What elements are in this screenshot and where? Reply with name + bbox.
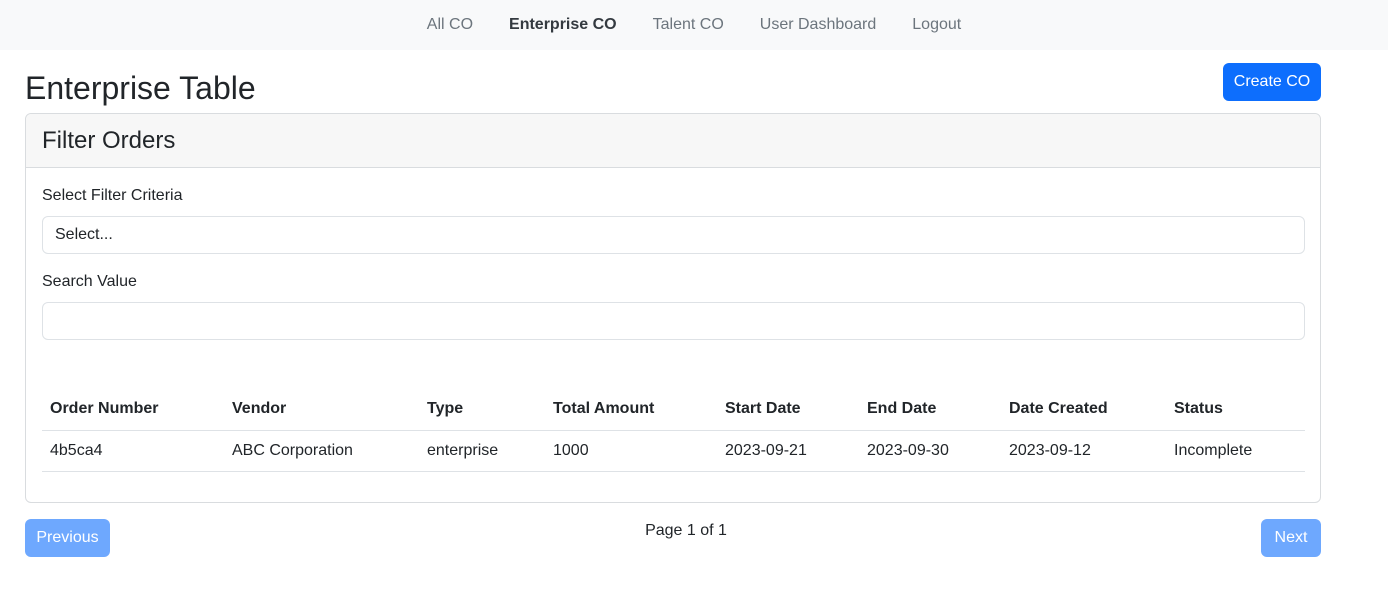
cell-vendor: ABC Corporation <box>224 430 419 472</box>
orders-table: Order Number Vendor Type Total Amount St… <box>42 388 1305 472</box>
filter-criteria-select[interactable]: Select... <box>42 216 1305 254</box>
next-button[interactable]: Next <box>1261 519 1321 557</box>
column-header-start-date: Start Date <box>717 388 859 431</box>
cell-date-created: 2023-09-12 <box>1001 430 1166 472</box>
nav-link-all-co[interactable]: All CO <box>409 1 491 49</box>
column-header-status: Status <box>1166 388 1305 431</box>
filter-orders-heading: Filter Orders <box>42 126 176 154</box>
column-header-order-number: Order Number <box>42 388 224 431</box>
card-header: Filter Orders <box>26 114 1320 168</box>
nav-link-talent-co[interactable]: Talent CO <box>635 1 742 49</box>
nav-link-enterprise-co[interactable]: Enterprise CO <box>491 1 635 49</box>
filter-criteria-value: Select... <box>55 226 113 243</box>
create-co-button[interactable]: Create CO <box>1223 63 1321 101</box>
filter-criteria-label: Select Filter Criteria <box>42 187 183 204</box>
cell-end-date: 2023-09-30 <box>859 430 1001 472</box>
cell-status: Incomplete <box>1166 430 1305 472</box>
page-title: Enterprise Table <box>25 70 256 106</box>
column-header-type: Type <box>419 388 545 431</box>
cell-type: enterprise <box>419 430 545 472</box>
table-header-row: Order Number Vendor Type Total Amount St… <box>42 388 1305 431</box>
search-value-label: Search Value <box>42 273 137 290</box>
cell-order-number: 4b5ca4 <box>42 430 224 472</box>
cell-total-amount: 1000 <box>545 430 717 472</box>
column-header-end-date: End Date <box>859 388 1001 431</box>
column-header-total-amount: Total Amount <box>545 388 717 431</box>
nav-link-logout[interactable]: Logout <box>894 1 979 49</box>
top-nav: All CO Enterprise CO Talent CO User Dash… <box>0 0 1388 50</box>
cell-start-date: 2023-09-21 <box>717 430 859 472</box>
column-header-date-created: Date Created <box>1001 388 1166 431</box>
filter-orders-card: Filter Orders Select Filter Criteria Sel… <box>25 113 1321 503</box>
search-value-input[interactable] <box>42 302 1305 340</box>
page-info: Page 1 of 1 <box>645 522 727 539</box>
nav-link-user-dashboard[interactable]: User Dashboard <box>742 1 895 49</box>
column-header-vendor: Vendor <box>224 388 419 431</box>
table-row[interactable]: 4b5ca4 ABC Corporation enterprise 1000 2… <box>42 430 1305 472</box>
